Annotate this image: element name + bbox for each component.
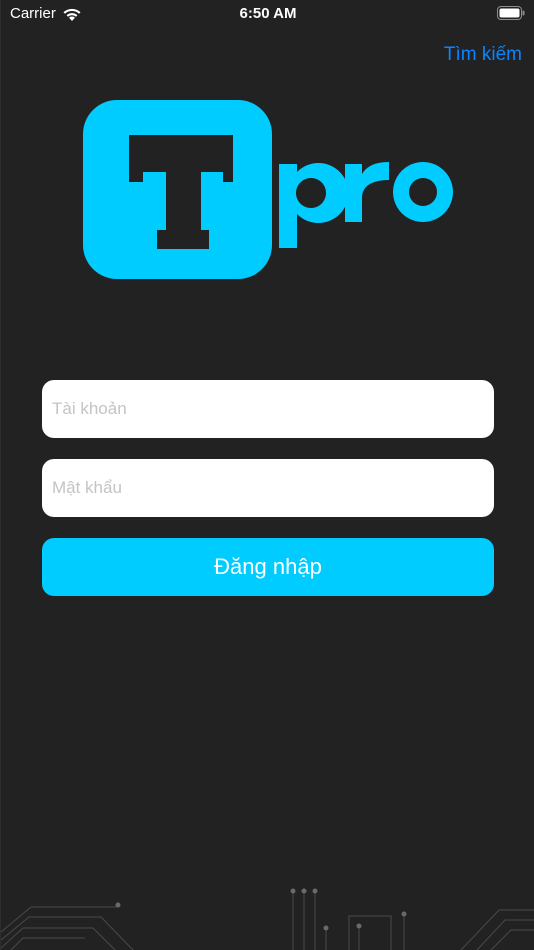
tpro-logo — [83, 100, 453, 279]
login-screen: Carrier 6:50 AM Tìm kiếm Đăng nhập — [0, 0, 534, 950]
account-input[interactable] — [42, 380, 494, 438]
search-link[interactable]: Tìm kiếm — [444, 44, 522, 66]
circuit-decoration — [1, 888, 534, 950]
status-time: 6:50 AM — [239, 5, 297, 22]
logo-letter-p — [279, 163, 349, 248]
status-bar: Carrier 6:50 AM — [1, 0, 534, 28]
logo-letter-r — [345, 162, 389, 222]
password-input[interactable] — [42, 459, 494, 517]
login-button[interactable]: Đăng nhập — [42, 538, 494, 596]
logo-letter-o — [392, 162, 453, 222]
battery-icon — [497, 6, 525, 20]
